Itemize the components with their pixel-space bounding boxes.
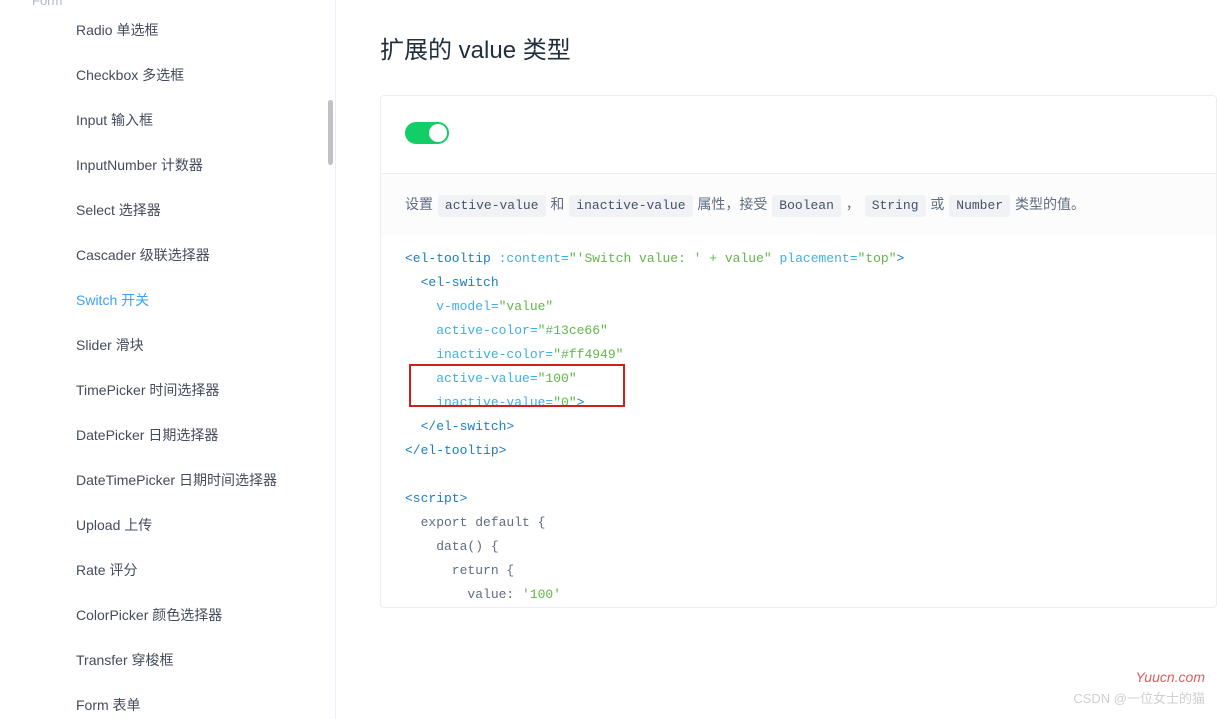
sidebar-item[interactable]: Switch 开关 xyxy=(0,278,335,323)
sidebar-group-title: Form xyxy=(0,0,335,8)
watermark-csdn: CSDN @一位女士的猫 xyxy=(1073,688,1205,707)
switch-handle xyxy=(429,124,447,142)
inline-code: String xyxy=(865,195,926,217)
sidebar-item[interactable]: Form 表单 xyxy=(0,683,335,719)
inline-code: Boolean xyxy=(772,195,841,217)
inline-code: inactive-value xyxy=(569,195,692,217)
desc-text: ， xyxy=(842,196,864,212)
watermark-yuucn: Yuucn.com xyxy=(1135,669,1205,685)
sidebar-item[interactable]: DatePicker 日期选择器 xyxy=(0,413,335,458)
sidebar-item[interactable]: Upload 上传 xyxy=(0,503,335,548)
switch-toggle[interactable] xyxy=(405,122,449,144)
demo-block: 设置 active-value 和 inactive-value 属性，接受 B… xyxy=(380,95,1217,608)
demo-source xyxy=(381,96,1216,173)
inline-code: active-value xyxy=(438,195,546,217)
sidebar: Form Radio 单选框Checkbox 多选框Input 输入框Input… xyxy=(0,0,336,719)
desc-text: 类型的值。 xyxy=(1011,196,1085,212)
code-block: <el-tooltip :content="'Switch value: ' +… xyxy=(381,235,1216,607)
main-content: 扩展的 value 类型 设置 active-value 和 inactive-… xyxy=(336,0,1217,719)
sidebar-item[interactable]: Slider 滑块 xyxy=(0,323,335,368)
sidebar-item[interactable]: ColorPicker 颜色选择器 xyxy=(0,593,335,638)
scrollbar-thumb[interactable] xyxy=(328,100,333,165)
desc-text: 设置 xyxy=(405,196,437,212)
inline-code: Number xyxy=(949,195,1010,217)
sidebar-item[interactable]: InputNumber 计数器 xyxy=(0,143,335,188)
sidebar-item[interactable]: Checkbox 多选框 xyxy=(0,53,335,98)
sidebar-item[interactable]: Cascader 级联选择器 xyxy=(0,233,335,278)
sidebar-item[interactable]: TimePicker 时间选择器 xyxy=(0,368,335,413)
sidebar-item[interactable]: DateTimePicker 日期时间选择器 xyxy=(0,458,335,503)
demo-description: 设置 active-value 和 inactive-value 属性，接受 B… xyxy=(381,173,1216,235)
sidebar-item[interactable]: Radio 单选框 xyxy=(0,8,335,53)
sidebar-item[interactable]: Rate 评分 xyxy=(0,548,335,593)
desc-text: 和 xyxy=(547,196,569,212)
sidebar-nav: Radio 单选框Checkbox 多选框Input 输入框InputNumbe… xyxy=(0,8,335,719)
desc-text: 或 xyxy=(927,196,949,212)
sidebar-item[interactable]: Input 输入框 xyxy=(0,98,335,143)
desc-text: 属性，接受 xyxy=(694,196,772,212)
section-heading: 扩展的 value 类型 xyxy=(380,30,1217,65)
sidebar-item[interactable]: Transfer 穿梭框 xyxy=(0,638,335,683)
sidebar-item[interactable]: Select 选择器 xyxy=(0,188,335,233)
